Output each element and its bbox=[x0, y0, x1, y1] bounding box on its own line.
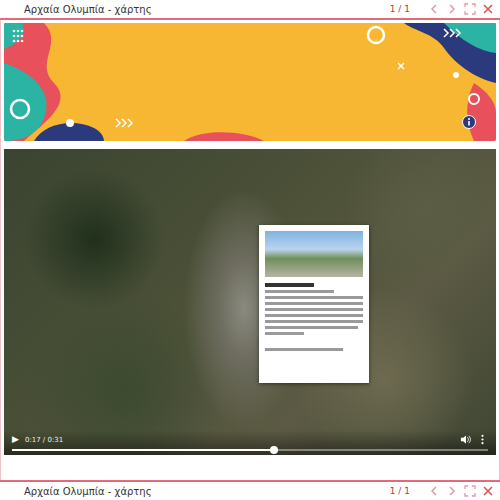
next-icon[interactable] bbox=[446, 485, 458, 497]
close-icon[interactable] bbox=[482, 3, 494, 15]
volume-icon[interactable] bbox=[460, 434, 471, 445]
more-icon[interactable] bbox=[477, 434, 488, 445]
fullscreen-icon[interactable] bbox=[464, 3, 476, 15]
close-icon[interactable] bbox=[482, 485, 494, 497]
header-bar: Αρχαία Ολυμπία - χάρτης 1 / 1 bbox=[0, 480, 500, 500]
page-counter: 1 / 1 bbox=[390, 486, 410, 496]
fullscreen-icon[interactable] bbox=[464, 485, 476, 497]
info-icon[interactable] bbox=[462, 115, 476, 129]
popup-link-line bbox=[265, 348, 343, 351]
play-button[interactable]: ▶ bbox=[12, 435, 19, 444]
popup-text-line bbox=[265, 302, 363, 305]
popup-heading bbox=[265, 283, 314, 287]
progress-thumb[interactable] bbox=[270, 446, 278, 454]
header-bar: Αρχαία Ολυμπία - χάρτης 1 / 1 bbox=[0, 0, 500, 20]
slide-title: Αρχαία Ολυμπία - χάρτης bbox=[24, 486, 384, 497]
progress-track[interactable] bbox=[12, 449, 488, 451]
prev-icon[interactable] bbox=[428, 485, 440, 497]
prev-icon[interactable] bbox=[428, 3, 440, 15]
video-controls: ▶ 0:17 / 0:31 bbox=[4, 430, 496, 455]
popup-text-line bbox=[265, 314, 363, 317]
popup-text-line bbox=[265, 320, 363, 323]
map-popup bbox=[259, 225, 369, 383]
popup-text-line bbox=[265, 326, 358, 329]
popup-text-line bbox=[265, 308, 363, 311]
progress-fill bbox=[12, 449, 274, 451]
controls-row: ▶ 0:17 / 0:31 bbox=[12, 434, 488, 445]
slide-spacer bbox=[4, 463, 496, 480]
page-counter: 1 / 1 bbox=[390, 4, 410, 14]
slide: ▶ 0:17 / 0:31 bbox=[0, 20, 500, 480]
slide-title: Αρχαία Ολυμπία - χάρτης bbox=[24, 4, 384, 15]
popup-text-line bbox=[265, 332, 304, 335]
map-video[interactable]: ▶ 0:17 / 0:31 bbox=[4, 149, 496, 455]
popup-text-line bbox=[265, 296, 363, 299]
popup-photo bbox=[265, 231, 363, 277]
banner-decoration-icon bbox=[4, 23, 496, 141]
banner bbox=[4, 23, 496, 141]
menu-icon[interactable] bbox=[12, 29, 24, 43]
popup-text-line bbox=[265, 290, 334, 293]
next-icon[interactable] bbox=[446, 3, 458, 15]
time-display: 0:17 / 0:31 bbox=[25, 436, 454, 444]
